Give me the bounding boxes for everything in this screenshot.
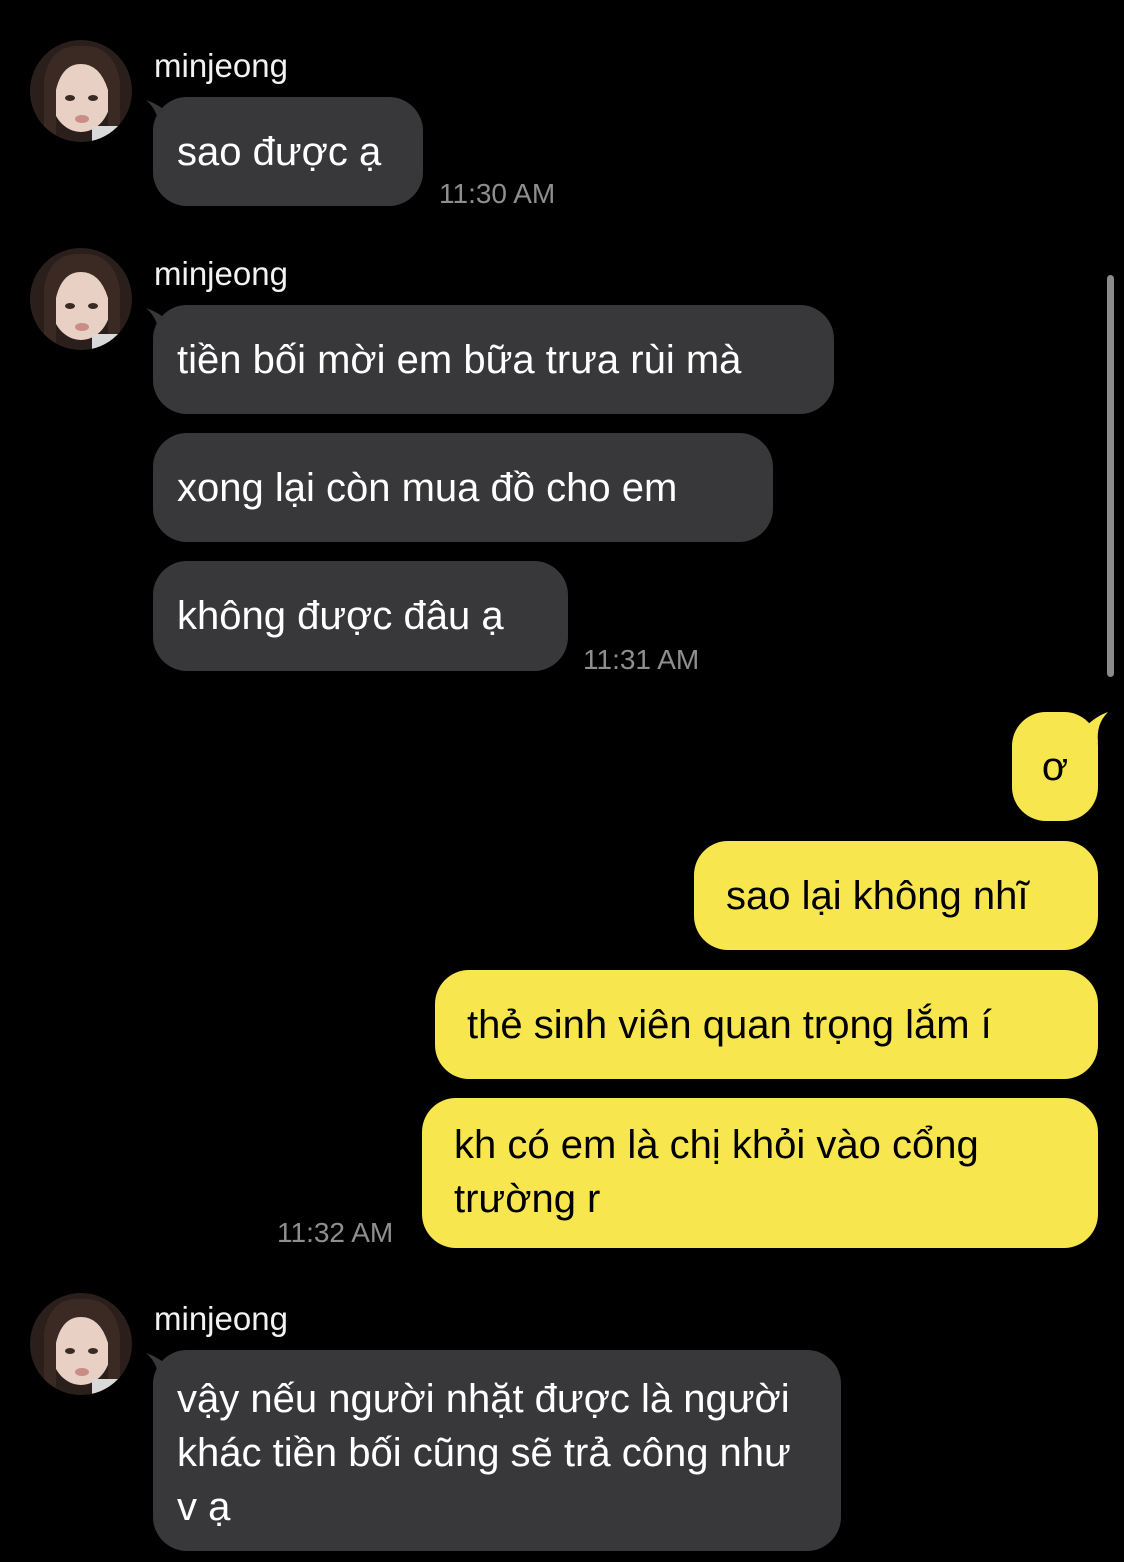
message-bubble[interactable]: ơ: [1012, 712, 1098, 821]
scrollbar[interactable]: [1107, 275, 1114, 677]
message-timestamp: 11:30 AM: [439, 178, 556, 209]
message-bubble[interactable]: thẻ sinh viên quan trọng lắm í: [435, 970, 1098, 1079]
message-bubble[interactable]: sao được ạ: [153, 97, 423, 206]
sender-name: minjeong: [154, 1300, 288, 1337]
message-timestamp: 11:32 AM: [277, 1217, 394, 1248]
profile-photo-icon: [30, 1293, 132, 1395]
message-bubble[interactable]: sao lại không nhĩ: [694, 841, 1098, 950]
message-bubble[interactable]: xong lại còn mua đồ cho em: [153, 433, 773, 542]
avatar[interactable]: [30, 1293, 132, 1395]
sender-name: minjeong: [154, 47, 288, 84]
profile-photo-icon: [30, 40, 132, 142]
profile-photo-icon: [30, 248, 132, 350]
message-bubble[interactable]: kh có em là chị khỏi vào cổng trường r: [422, 1098, 1098, 1248]
message-bubble[interactable]: không được đâu ạ: [153, 561, 568, 671]
message-bubble[interactable]: tiền bối mời em bữa trưa rùi mà: [153, 305, 834, 414]
avatar[interactable]: [30, 40, 132, 142]
avatar[interactable]: [30, 248, 132, 350]
sender-name: minjeong: [154, 255, 288, 292]
message-timestamp: 11:31 AM: [583, 644, 700, 675]
message-bubble[interactable]: vậy nếu người nhặt được là người khác ti…: [153, 1350, 841, 1551]
